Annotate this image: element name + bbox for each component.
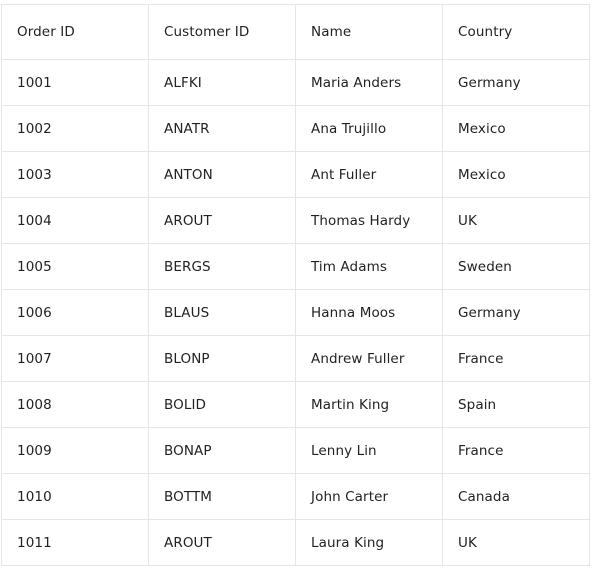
country-cell[interactable]: Sweden [443,244,590,290]
order-id-cell[interactable]: 1006 [2,290,149,336]
table-row[interactable]: 1008 BOLID Martin King Spain [2,382,590,428]
country-cell[interactable]: Mexico [443,152,590,198]
customer-id-cell[interactable]: ANATR [149,106,296,152]
customer-id-cell[interactable]: BOTTM [149,474,296,520]
country-cell[interactable]: UK [443,198,590,244]
customer-id-cell[interactable]: ANTON [149,152,296,198]
customer-id-cell[interactable]: AROUT [149,198,296,244]
customer-id-cell[interactable]: AROUT [149,520,296,566]
name-cell[interactable]: John Carter [296,474,443,520]
order-id-cell[interactable]: 1003 [2,152,149,198]
table-row[interactable]: 1001 ALFKI Maria Anders Germany [2,60,590,106]
name-cell[interactable]: Andrew Fuller [296,336,443,382]
column-header-customer-id[interactable]: Customer ID [149,5,296,60]
country-cell[interactable]: Mexico [443,106,590,152]
column-header-order-id[interactable]: Order ID [2,5,149,60]
order-id-cell[interactable]: 1002 [2,106,149,152]
customer-id-cell[interactable]: BONAP [149,428,296,474]
order-id-cell[interactable]: 1005 [2,244,149,290]
column-header-country[interactable]: Country [443,5,590,60]
name-cell[interactable]: Tim Adams [296,244,443,290]
order-id-cell[interactable]: 1009 [2,428,149,474]
name-cell[interactable]: Ant Fuller [296,152,443,198]
order-id-cell[interactable]: 1007 [2,336,149,382]
customer-id-cell[interactable]: ALFKI [149,60,296,106]
table-row[interactable]: 1010 BOTTM John Carter Canada [2,474,590,520]
country-cell[interactable]: France [443,428,590,474]
name-cell[interactable]: Hanna Moos [296,290,443,336]
customer-id-cell[interactable]: BLONP [149,336,296,382]
table-row[interactable]: 1006 BLAUS Hanna Moos Germany [2,290,590,336]
country-cell[interactable]: France [443,336,590,382]
country-cell[interactable]: Germany [443,60,590,106]
country-cell[interactable]: UK [443,520,590,566]
table-row[interactable]: 1009 BONAP Lenny Lin France [2,428,590,474]
order-id-cell[interactable]: 1004 [2,198,149,244]
name-cell[interactable]: Maria Anders [296,60,443,106]
country-cell[interactable]: Spain [443,382,590,428]
table-row[interactable]: 1007 BLONP Andrew Fuller France [2,336,590,382]
name-cell[interactable]: Thomas Hardy [296,198,443,244]
country-cell[interactable]: Germany [443,290,590,336]
order-id-cell[interactable]: 1011 [2,520,149,566]
customer-id-cell[interactable]: BERGS [149,244,296,290]
table-row[interactable]: 1005 BERGS Tim Adams Sweden [2,244,590,290]
grid-body: 1001 ALFKI Maria Anders Germany 1002 ANATR Ana… [2,60,590,566]
data-grid: Order ID Customer ID Name Country 1001 AL… [1,4,590,566]
order-id-cell[interactable]: 1001 [2,60,149,106]
customer-id-cell[interactable]: BOLID [149,382,296,428]
name-cell[interactable]: Martin King [296,382,443,428]
table-row[interactable]: 1002 ANATR Ana Trujillo Mexico [2,106,590,152]
table-row[interactable]: 1011 AROUT Laura King UK [2,520,590,566]
country-cell[interactable]: Canada [443,474,590,520]
name-cell[interactable]: Lenny Lin [296,428,443,474]
customer-id-cell[interactable]: BLAUS [149,290,296,336]
order-id-cell[interactable]: 1010 [2,474,149,520]
column-header-name[interactable]: Name [296,5,443,60]
header-row: Order ID Customer ID Name Country [2,5,590,60]
name-cell[interactable]: Laura King [296,520,443,566]
table-row[interactable]: 1003 ANTON Ant Fuller Mexico [2,152,590,198]
table-row[interactable]: 1004 AROUT Thomas Hardy UK [2,198,590,244]
order-id-cell[interactable]: 1008 [2,382,149,428]
name-cell[interactable]: Ana Trujillo [296,106,443,152]
